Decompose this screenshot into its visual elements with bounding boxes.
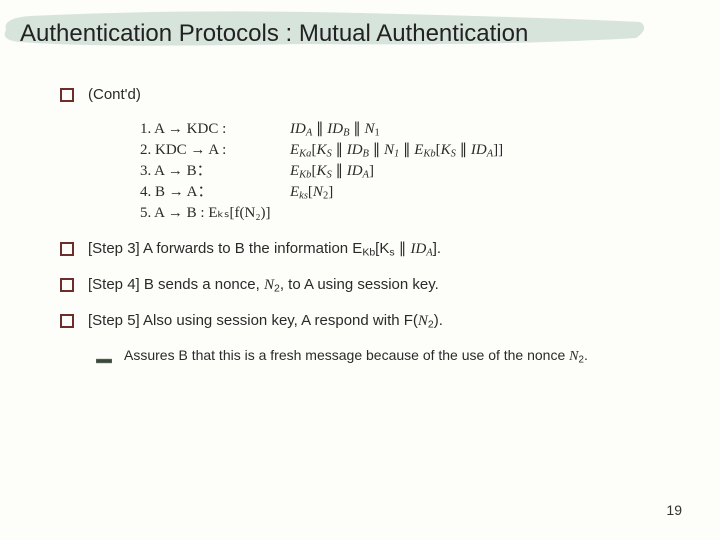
- protocol-rhs: IDA ∥ IDB ∥ N1: [290, 119, 380, 140]
- square-bullet-icon: [60, 87, 74, 101]
- bullet-contd: (Cont'd): [60, 84, 660, 105]
- protocol-lhs: 4. B → A：: [140, 182, 290, 203]
- protocol-lhs: 5. A → B : Eₖₛ[f(N₂)]: [140, 203, 290, 224]
- square-bullet-icon: [60, 277, 74, 291]
- content-area: (Cont'd) 1. A → KDC :IDA ∥ IDB ∥ N12. KD…: [0, 54, 720, 367]
- bullet-step5: [Step 5] Also using session key, A respo…: [60, 310, 660, 332]
- text-step3: [Step 3] A forwards to B the information…: [88, 238, 441, 260]
- page-title: Authentication Protocols : Mutual Authen…: [20, 20, 720, 48]
- protocol-row: 3. A → B：EKb[KS ∥ IDA]: [140, 161, 660, 182]
- bullet-text-contd: (Cont'd): [88, 84, 141, 105]
- protocol-rhs: EKb[KS ∥ IDA]: [290, 161, 374, 182]
- subbullet-assures: Assures B that this is a fresh message b…: [96, 346, 660, 367]
- protocol-lhs: 3. A → B：: [140, 161, 290, 182]
- bullet-step4: [Step 4] B sends a nonce, N2, to A using…: [60, 274, 660, 296]
- protocol-row: 1. A → KDC :IDA ∥ IDB ∥ N1: [140, 119, 660, 140]
- text-step5: [Step 5] Also using session key, A respo…: [88, 310, 443, 332]
- protocol-lhs: 2. KDC → A :: [140, 140, 290, 161]
- protocol-row: 2. KDC → A :EKa[KS ∥ IDB ∥ N1 ∥ EKb[KS ∥…: [140, 140, 660, 161]
- title-container: Authentication Protocols : Mutual Authen…: [0, 0, 720, 54]
- dash-bullet-icon: [96, 351, 112, 361]
- page-number: 19: [666, 502, 682, 518]
- protocol-block: 1. A → KDC :IDA ∥ IDB ∥ N12. KDC → A :EK…: [140, 119, 660, 224]
- square-bullet-icon: [60, 313, 74, 327]
- protocol-lhs: 1. A → KDC :: [140, 119, 290, 140]
- square-bullet-icon: [60, 241, 74, 255]
- bullet-step3: [Step 3] A forwards to B the information…: [60, 238, 660, 260]
- text-step4: [Step 4] B sends a nonce, N2, to A using…: [88, 274, 439, 296]
- protocol-rhs: Eks[N2]: [290, 182, 333, 203]
- protocol-row: 4. B → A：Eks[N2]: [140, 182, 660, 203]
- subbullet-text: Assures B that this is a fresh message b…: [124, 346, 588, 367]
- protocol-rhs: EKa[KS ∥ IDB ∥ N1 ∥ EKb[KS ∥ IDA]]: [290, 140, 503, 161]
- protocol-row: 5. A → B : Eₖₛ[f(N₂)]: [140, 203, 660, 224]
